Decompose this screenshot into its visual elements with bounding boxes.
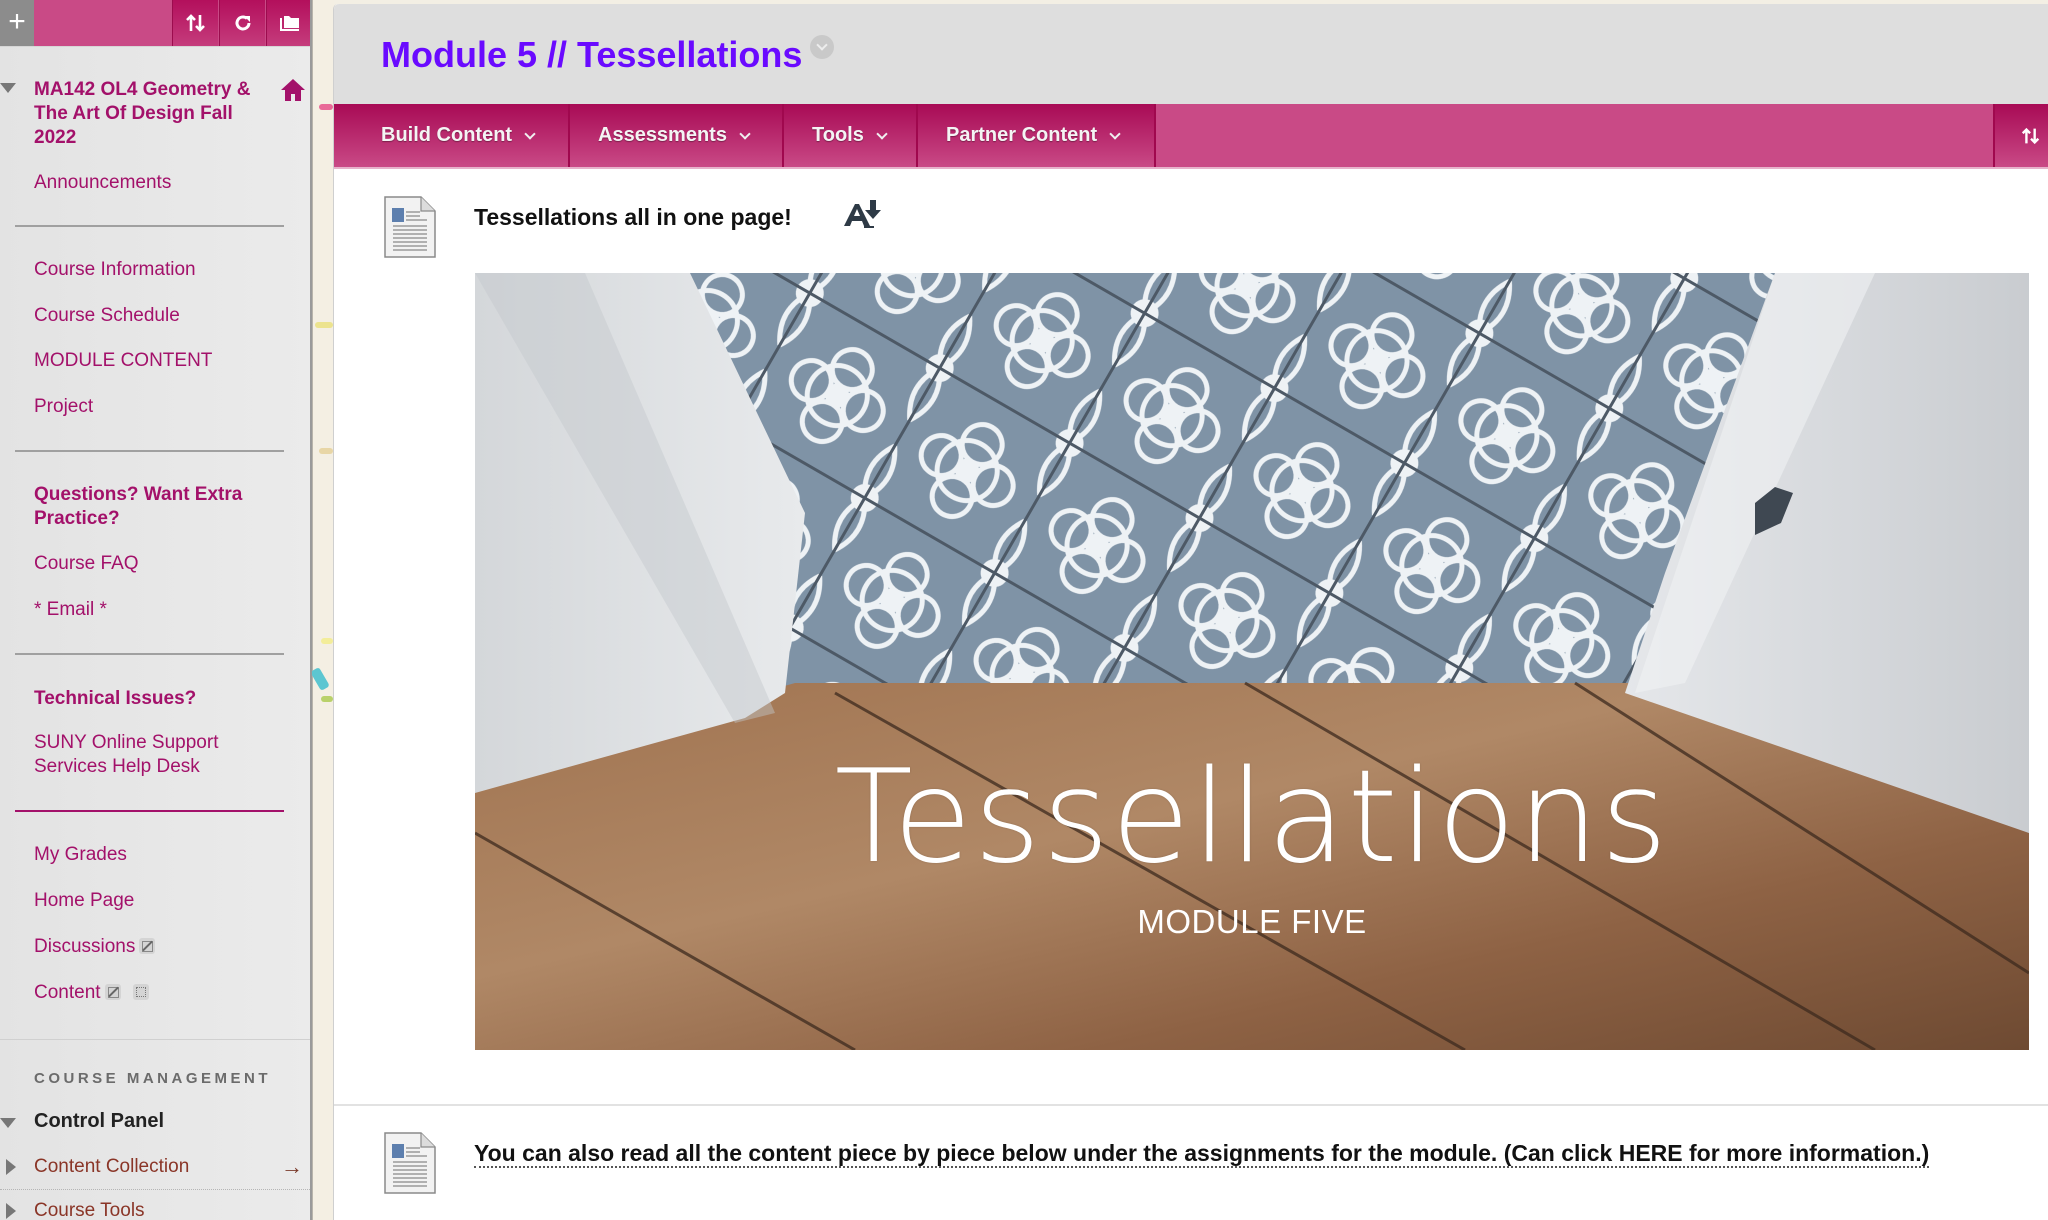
expand-content-collection-icon[interactable] (6, 1159, 16, 1175)
tools-menu[interactable]: Tools (784, 104, 918, 167)
background-decoration (319, 104, 333, 110)
sort-arrows-icon (185, 14, 205, 32)
background-decoration (321, 696, 333, 702)
sidebar-item-course-faq[interactable]: Course FAQ (34, 552, 139, 576)
content-item-divider (334, 1104, 2048, 1106)
alternative-formats-icon[interactable] (842, 198, 882, 230)
sidebar-dotted-divider (0, 1189, 310, 1190)
chevron-down-icon (739, 127, 751, 140)
sidebar-item-module-content[interactable]: MODULE CONTENT (34, 349, 212, 373)
sidebar-divider (15, 810, 284, 812)
hidden-from-students-icon (139, 938, 156, 954)
chevron-down-icon (1109, 127, 1121, 140)
partner-content-menu[interactable]: Partner Content (918, 104, 1156, 167)
reorder-content-button[interactable] (1993, 104, 2048, 167)
sidebar-item-help-desk[interactable]: SUNY Online Support Services Help Desk (34, 731, 264, 779)
content-panel: Module 5 // Tessellations Build Content … (333, 4, 2048, 1220)
chevron-down-icon (876, 127, 888, 140)
collapse-course-menu-icon[interactable] (0, 83, 16, 93)
course-menu-toolbar: + (0, 0, 310, 47)
course-menu-sidebar: + MA142 OL4 Geometry & The Art Of Design… (0, 0, 312, 1220)
course-title[interactable]: MA142 OL4 Geometry & The Art Of Design F… (34, 78, 274, 150)
title-options-chevron-icon[interactable] (810, 35, 835, 59)
module-banner-image: Tessellations MODULE FIVE (475, 273, 2029, 1050)
home-icon[interactable] (280, 78, 306, 102)
background-decoration (315, 322, 333, 328)
sidebar-heading-technical-issues: Technical Issues? (34, 688, 197, 709)
sidebar-item-my-grades[interactable]: My Grades (34, 843, 127, 867)
page-title-bar: Module 5 // Tessellations (334, 4, 2048, 104)
document-icon (384, 1132, 436, 1194)
banner-title: Tessellations (834, 743, 1670, 892)
sidebar-item-announcements[interactable]: Announcements (34, 171, 171, 195)
assessments-menu[interactable]: Assessments (570, 104, 784, 167)
sort-arrows-icon (2021, 127, 2040, 144)
control-panel-course-tools[interactable]: Course Tools (34, 1199, 145, 1220)
sidebar-heading-questions: Questions? Want Extra Practice? (34, 484, 243, 529)
empty-area-icon (132, 984, 149, 1000)
chevron-down-icon (524, 127, 536, 140)
sidebar-item-label: Discussions (34, 936, 136, 957)
sidebar-item-course-schedule[interactable]: Course Schedule (34, 304, 180, 328)
action-menu-bar: Build Content Assessments Tools Partner … (334, 104, 2048, 169)
sort-menu-button[interactable] (172, 0, 218, 46)
menu-label: Tools (812, 124, 864, 146)
sidebar-item-home-page[interactable]: Home Page (34, 889, 134, 913)
page-background-strip (310, 0, 334, 1220)
sidebar-divider (15, 450, 284, 452)
hidden-from-students-icon (104, 984, 121, 1000)
control-panel-heading[interactable]: Control Panel (34, 1110, 164, 1133)
collapse-control-panel-icon[interactable] (0, 1118, 16, 1128)
page-title: Module 5 // Tessellations (381, 34, 835, 76)
sidebar-item-content[interactable]: Content (34, 981, 149, 1005)
background-decoration (319, 448, 333, 454)
background-decoration (310, 666, 330, 692)
sidebar-item-project[interactable]: Project (34, 395, 93, 419)
menu-label: Assessments (598, 124, 727, 146)
page-title-text: Module 5 // Tessellations (381, 34, 803, 75)
course-management-heading: COURSE MANAGEMENT (34, 1070, 272, 1087)
sidebar-item-email[interactable]: * Email * (34, 598, 107, 622)
sidebar-divider (15, 225, 284, 227)
add-menu-item-button[interactable]: + (0, 0, 34, 46)
content-item-title[interactable]: Tessellations all in one page! (474, 204, 792, 231)
background-decoration (321, 638, 333, 644)
folder-view-icon (279, 16, 299, 31)
menu-label: Build Content (381, 124, 513, 146)
expand-course-tools-icon[interactable] (6, 1203, 16, 1219)
sidebar-item-discussions[interactable]: Discussions (34, 935, 156, 959)
menu-label: Partner Content (946, 124, 1098, 146)
sidebar-item-label: Content (34, 982, 101, 1003)
sidebar-item-course-information[interactable]: Course Information (34, 258, 196, 282)
document-icon (384, 196, 436, 258)
plus-icon: + (8, 5, 26, 38)
refresh-icon (235, 15, 250, 31)
control-panel-content-collection[interactable]: Content Collection (34, 1155, 189, 1179)
arrow-right-icon[interactable]: → (281, 1154, 303, 1180)
folder-view-button[interactable] (266, 0, 310, 46)
build-content-menu[interactable]: Build Content (334, 104, 570, 167)
content-item-link[interactable]: You can also read all the content piece … (474, 1140, 1930, 1168)
sidebar-divider (15, 653, 284, 655)
refresh-menu-button[interactable] (219, 0, 265, 46)
sidebar-section-divider (0, 1039, 310, 1040)
banner-subtitle: MODULE FIVE (1137, 903, 1367, 940)
